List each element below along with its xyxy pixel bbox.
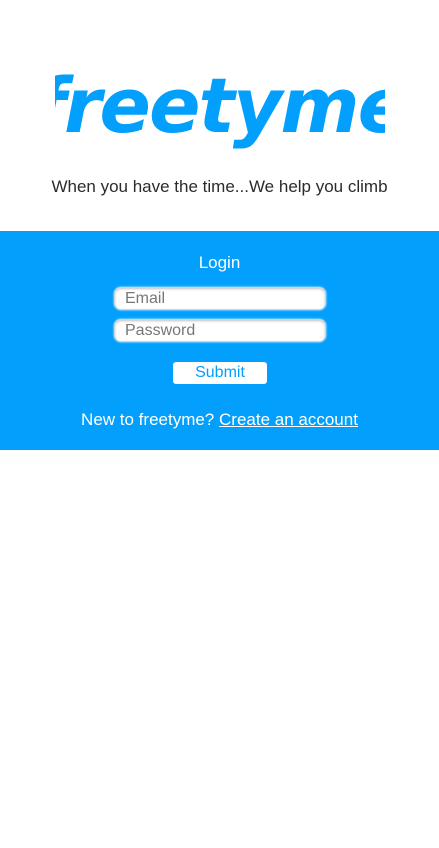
email-field[interactable]	[114, 287, 326, 310]
tagline: When you have the time...We help you cli…	[51, 177, 388, 196]
signup-line: New to freetyme? Create an account	[0, 410, 439, 430]
login-title: Login	[198, 253, 241, 272]
password-field[interactable]	[114, 319, 326, 342]
logo: freetyme	[0, 62, 439, 172]
create-account-link[interactable]: Create an account	[219, 410, 358, 429]
submit-button[interactable]: Submit	[173, 362, 267, 384]
signup-prompt: New to freetyme?	[81, 410, 215, 429]
login-panel: Login Submit New to freetyme? Create an …	[0, 231, 439, 450]
svg-text:freetyme: freetyme	[55, 62, 385, 150]
page: freetyme When you have the time...We hel…	[0, 0, 439, 848]
freetyme-logo-icon: freetyme	[55, 62, 385, 150]
